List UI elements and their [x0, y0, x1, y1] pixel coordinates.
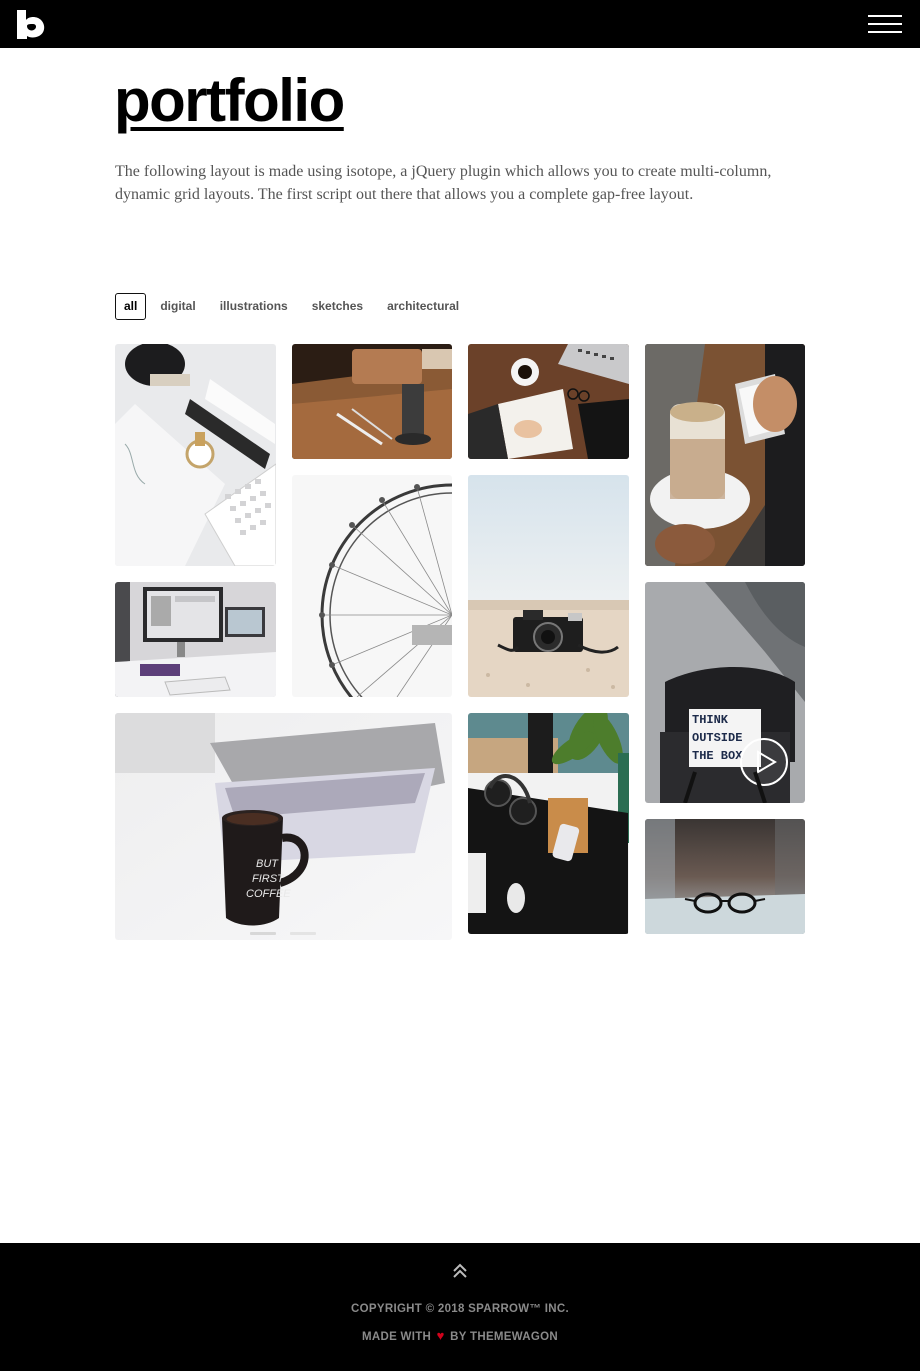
camera-on-sand-photo: [468, 475, 629, 697]
lightbox-line-2: OUTSIDE: [692, 731, 742, 745]
made-with-credit: MADE WITH ♥ BY THEMEWAGON: [0, 1328, 920, 1343]
coffee-phone-hand-photo: [645, 344, 805, 566]
filter-digital[interactable]: digital: [148, 293, 207, 320]
filter-illustrations[interactable]: illustrations: [208, 293, 300, 320]
hamburger-menu-icon[interactable]: [868, 15, 902, 33]
portfolio-filters: all digital illustrations sketches archi…: [115, 293, 471, 320]
site-footer: COPYRIGHT © 2018 SPARROW™ INC. MADE WITH…: [0, 1243, 920, 1371]
computer-desk-photo: [115, 582, 276, 697]
portfolio-item-glasses[interactable]: [645, 819, 805, 934]
portfolio-item-camera-sand[interactable]: [468, 475, 629, 697]
portfolio-item-desk-watch[interactable]: [115, 344, 276, 566]
lightbox-line-1: THINK: [692, 713, 729, 727]
portfolio-item-ferris-wheel[interactable]: [292, 475, 452, 697]
mug-line-3: COFFEE: [246, 888, 291, 900]
desk-watch-keyboard-photo: [115, 344, 276, 566]
think-outside-the-box-lightbox-photo: THINK OUTSIDE THE BOX: [645, 582, 805, 803]
made-with-prefix: MADE WITH: [361, 1331, 432, 1343]
filter-architectural[interactable]: architectural: [375, 293, 471, 320]
play-circle-icon: [740, 738, 788, 786]
double-chevron-up-icon[interactable]: [451, 1262, 469, 1280]
themewagon-credit-link[interactable]: BY THEMEWAGON: [450, 1331, 558, 1343]
sparrow-logo-icon[interactable]: [15, 8, 47, 40]
portfolio-item-wooden-desk[interactable]: [292, 344, 452, 459]
portfolio-item-notebook-coffee[interactable]: [468, 344, 629, 459]
mug-line-1: BUT: [256, 858, 279, 870]
wooden-desk-tools-photo: [292, 344, 452, 459]
mug-and-laptop-slider-photo: BUT FIRST COFFEE: [115, 713, 452, 940]
portfolio-item-headphones-desk[interactable]: [468, 713, 629, 934]
portfolio-item-think-outside[interactable]: THINK OUTSIDE THE BOX: [645, 582, 805, 803]
notebook-coffee-laptop-photo: [468, 344, 629, 459]
ferris-wheel-photo: [292, 475, 452, 697]
lightbox-line-3: THE BOX: [692, 749, 743, 763]
filter-sketches[interactable]: sketches: [300, 293, 375, 320]
page-intro: The following layout is made using isoto…: [115, 163, 772, 203]
copyright-text: COPYRIGHT © 2018 SPARROW™ INC.: [351, 1303, 569, 1315]
headphones-desk-photo: [468, 713, 629, 934]
portfolio-item-mug-laptop[interactable]: BUT FIRST COFFEE: [115, 713, 452, 940]
page-title: portfolio: [114, 67, 345, 134]
portfolio-item-computer-desk[interactable]: [115, 582, 276, 697]
heart-icon: ♥: [436, 1328, 445, 1343]
mug-line-2: FIRST: [252, 873, 285, 885]
top-navbar: [0, 0, 920, 48]
filter-all[interactable]: all: [115, 293, 147, 320]
portfolio-item-coffee-phone[interactable]: [645, 344, 805, 566]
glasses-on-table-photo: [645, 819, 805, 934]
